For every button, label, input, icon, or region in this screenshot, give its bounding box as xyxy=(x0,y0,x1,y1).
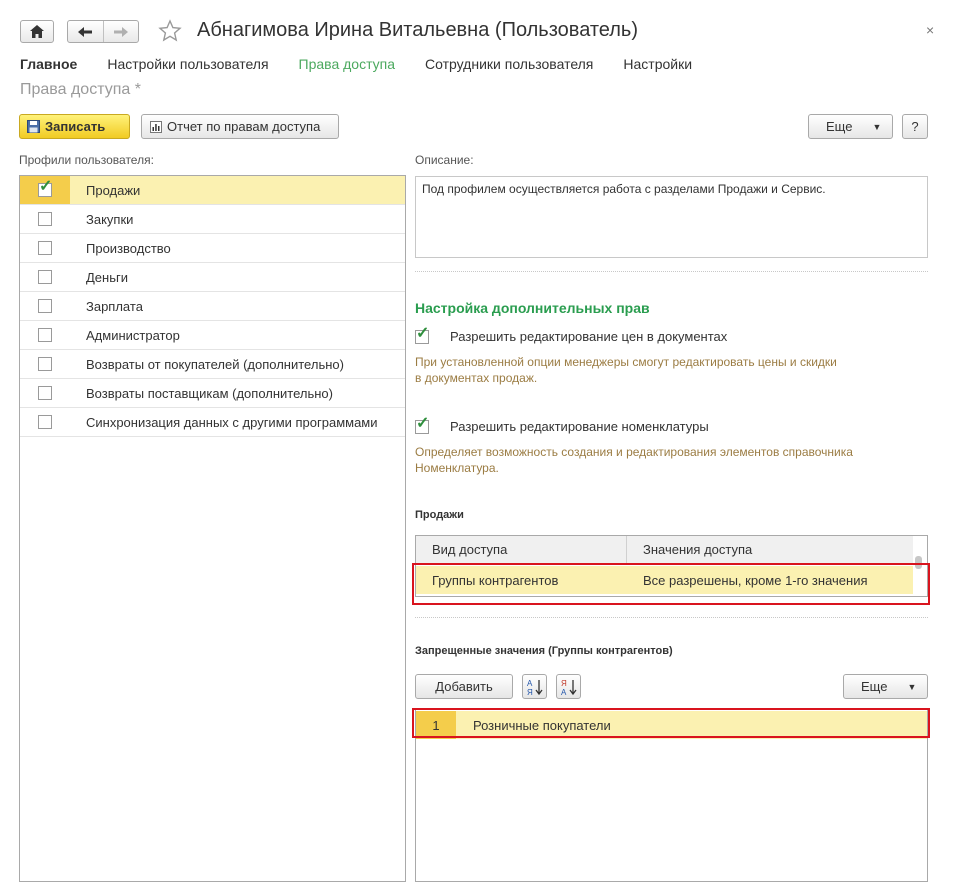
tab-user-settings[interactable]: Настройки пользователя xyxy=(107,56,268,72)
save-button[interactable]: Записать xyxy=(19,114,130,139)
arrow-left-icon xyxy=(78,26,93,37)
profile-row[interactable]: Закупки xyxy=(20,205,405,234)
profile-label: Возвраты поставщикам (дополнительно) xyxy=(86,385,333,401)
add-button[interactable]: Добавить xyxy=(415,674,513,699)
favorite-star-icon[interactable] xyxy=(158,19,182,46)
profile-row[interactable]: Деньги xyxy=(20,263,405,292)
divider xyxy=(415,617,928,618)
save-button-label: Записать xyxy=(45,119,106,134)
report-icon xyxy=(150,120,162,133)
more-menu-label: Еще xyxy=(826,119,853,134)
profile-label: Закупки xyxy=(86,211,134,227)
svg-text:Я: Я xyxy=(561,679,567,688)
profile-row[interactable]: ✓ Продажи xyxy=(20,176,405,205)
profiles-list: ✓ Продажи Закупки Производство Деньги За… xyxy=(19,175,406,882)
save-icon xyxy=(27,120,40,133)
description-label: Описание: xyxy=(415,153,474,167)
profile-label: Возвраты от покупателей (дополнительно) xyxy=(86,356,344,372)
window-title: Абнагимова Ирина Витальевна (Пользовател… xyxy=(197,19,639,41)
profile-checkbox[interactable] xyxy=(38,357,52,371)
access-report-label: Отчет по правам доступа xyxy=(167,119,321,134)
extra-rights-title: Настройка дополнительных прав xyxy=(415,300,650,316)
more-menu-button[interactable]: Еще ▼ xyxy=(808,114,893,139)
profile-label: Администратор xyxy=(86,327,180,343)
tab-settings[interactable]: Настройки xyxy=(623,56,692,72)
option-hint: Определяет возможность создания и редакт… xyxy=(415,445,853,475)
option-label: Разрешить редактирование цен в документа… xyxy=(450,329,728,344)
highlight-frame xyxy=(412,563,930,605)
profile-label: Зарплата xyxy=(86,298,143,314)
dropdown-arrow-icon: ▼ xyxy=(872,121,882,132)
profile-label: Производство xyxy=(86,240,171,256)
svg-text:A: A xyxy=(561,688,567,696)
forward-button[interactable] xyxy=(104,21,139,42)
column-header[interactable]: Значения доступа xyxy=(627,542,752,557)
profile-row[interactable]: Возвраты поставщикам (дополнительно) xyxy=(20,379,405,408)
section-tabs: Главное Настройки пользователя Права дос… xyxy=(20,56,722,72)
profile-label: Синхронизация данных с другими программа… xyxy=(86,414,378,430)
option-edit-prices[interactable]: ✓ Разрешить редактирование цен в докумен… xyxy=(415,325,728,344)
tab-main[interactable]: Главное xyxy=(20,56,77,72)
checkmark-icon: ✓ xyxy=(416,324,430,342)
history-nav xyxy=(67,20,139,43)
sort-descending-icon: Я A xyxy=(561,679,577,696)
option-hint: При установленной опции менеджеры смогут… xyxy=(415,355,837,385)
access-report-button[interactable]: Отчет по правам доступа xyxy=(141,114,339,139)
profile-checkbox[interactable] xyxy=(38,212,52,226)
table-header: Вид доступа Значения доступа xyxy=(416,536,913,564)
profile-checkbox[interactable] xyxy=(38,415,52,429)
profile-row[interactable]: Синхронизация данных с другими программа… xyxy=(20,408,405,437)
svg-text:A: A xyxy=(527,679,533,688)
more-menu-label: Еще xyxy=(861,679,888,694)
forbidden-title: Запрещенные значения (Группы контрагенто… xyxy=(415,645,673,657)
profile-row[interactable]: Производство xyxy=(20,234,405,263)
profile-checkbox[interactable] xyxy=(38,328,52,342)
profile-checkbox[interactable]: ✓ xyxy=(38,179,52,197)
sales-title: Продажи xyxy=(415,509,464,521)
svg-text:Я: Я xyxy=(527,688,533,696)
help-label: ? xyxy=(911,119,919,134)
highlight-frame xyxy=(412,708,930,738)
checkmark-icon: ✓ xyxy=(39,178,53,195)
close-icon[interactable]: × xyxy=(926,22,934,38)
sort-descending-button[interactable]: Я A xyxy=(556,674,581,699)
column-header[interactable]: Вид доступа xyxy=(416,536,627,563)
help-button[interactable]: ? xyxy=(902,114,928,139)
profile-checkbox[interactable] xyxy=(38,241,52,255)
home-icon xyxy=(30,25,44,38)
profile-checkbox[interactable] xyxy=(38,386,52,400)
page-title: Права доступа * xyxy=(20,81,141,98)
profile-checkbox[interactable] xyxy=(38,270,52,284)
dropdown-arrow-icon: ▼ xyxy=(907,681,917,692)
profile-row[interactable]: Администратор xyxy=(20,321,405,350)
option-checkbox[interactable]: ✓ xyxy=(415,325,429,344)
home-button[interactable] xyxy=(20,20,54,43)
option-checkbox[interactable]: ✓ xyxy=(415,415,429,434)
more-menu-button[interactable]: Еще ▼ xyxy=(843,674,928,699)
option-edit-nomenclature[interactable]: ✓ Разрешить редактирование номенклатуры xyxy=(415,415,709,434)
divider xyxy=(415,271,928,272)
arrow-right-icon xyxy=(113,26,128,37)
profile-row[interactable]: Зарплата xyxy=(20,292,405,321)
tab-user-employees[interactable]: Сотрудники пользователя xyxy=(425,56,593,72)
description-field[interactable]: Под профилем осуществляется работа с раз… xyxy=(415,176,928,258)
tab-access-rights[interactable]: Права доступа xyxy=(299,56,395,72)
checkmark-icon: ✓ xyxy=(416,414,430,432)
sort-ascending-button[interactable]: A Я xyxy=(522,674,547,699)
profile-checkbox[interactable] xyxy=(38,299,52,313)
add-button-label: Добавить xyxy=(435,679,493,694)
option-label: Разрешить редактирование номенклатуры xyxy=(450,419,709,434)
profile-label: Деньги xyxy=(86,269,128,285)
profile-label: Продажи xyxy=(86,182,141,198)
sort-ascending-icon: A Я xyxy=(527,679,543,696)
back-button[interactable] xyxy=(68,21,104,42)
profiles-label: Профили пользователя: xyxy=(19,153,154,167)
profile-row[interactable]: Возвраты от покупателей (дополнительно) xyxy=(20,350,405,379)
